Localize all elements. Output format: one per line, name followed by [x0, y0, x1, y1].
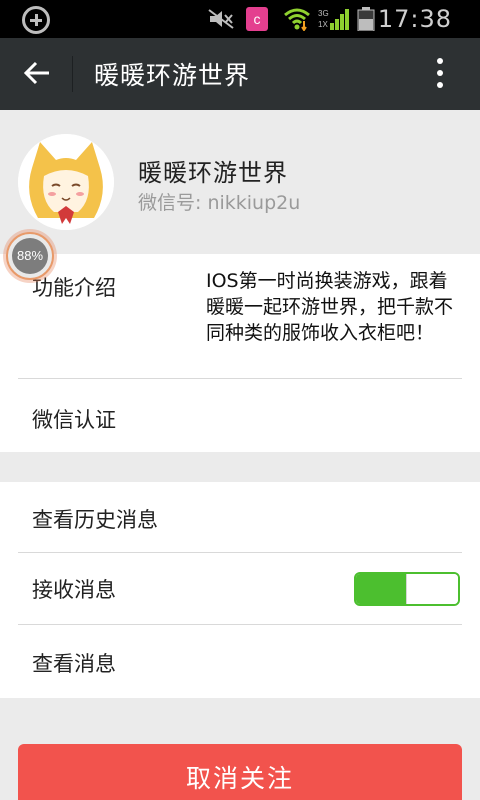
account-name: 暖暖环游世界 [138, 159, 288, 187]
svg-text:3G: 3G [318, 9, 329, 18]
arrow-left-icon[interactable] [22, 58, 52, 88]
intro-label: 功能介绍 [32, 276, 116, 300]
history-messages-item[interactable]: 查看历史消息 [32, 504, 158, 534]
info-card: 功能介绍 IOS第一时尚换装游戏，跟着暖暖一起环游世界，把千款不同种类的服饰收入… [0, 254, 480, 452]
wifi-icon [282, 7, 312, 31]
intro-text: IOS第一时尚换装游戏，跟着暖暖一起环游世界，把千款不同种类的服饰收入衣柜吧！ [206, 270, 454, 344]
wechat-id: 微信号: nikkiup2u [138, 192, 301, 214]
toggle-knob [406, 574, 458, 604]
divider [18, 378, 462, 379]
divider [18, 552, 462, 553]
progress-badge-text: 88% [12, 238, 48, 274]
progress-badge[interactable]: 88% [6, 232, 54, 280]
receive-messages-toggle[interactable] [354, 572, 460, 606]
actions-card: 查看历史消息 接收消息 查看消息 [0, 482, 480, 698]
profile-section: 暖暖环游世界 微信号: nikkiup2u [0, 110, 480, 254]
header-divider [72, 56, 73, 92]
status-bar: c 3G 1X 17:38 [0, 0, 480, 38]
clock: 17:38 [377, 5, 452, 33]
toggle-fill [356, 574, 406, 604]
verify-label: 微信认证 [32, 408, 116, 432]
mute-icon [206, 7, 236, 31]
avatar[interactable] [18, 134, 114, 230]
receive-messages-label: 接收消息 [32, 578, 116, 602]
app-icon: c [246, 7, 268, 31]
signal-icon: 3G 1X [318, 7, 350, 31]
svg-text:1X: 1X [318, 20, 328, 29]
battery-icon [356, 7, 376, 31]
unfollow-button[interactable]: 取消关注 [18, 744, 462, 800]
add-circle-icon [22, 6, 50, 34]
page-title: 暖暖环游世界 [94, 61, 251, 90]
view-messages-item[interactable]: 查看消息 [32, 648, 116, 678]
divider [18, 624, 462, 625]
more-vertical-icon[interactable] [436, 58, 444, 90]
app-header: 暖暖环游世界 [0, 38, 480, 110]
